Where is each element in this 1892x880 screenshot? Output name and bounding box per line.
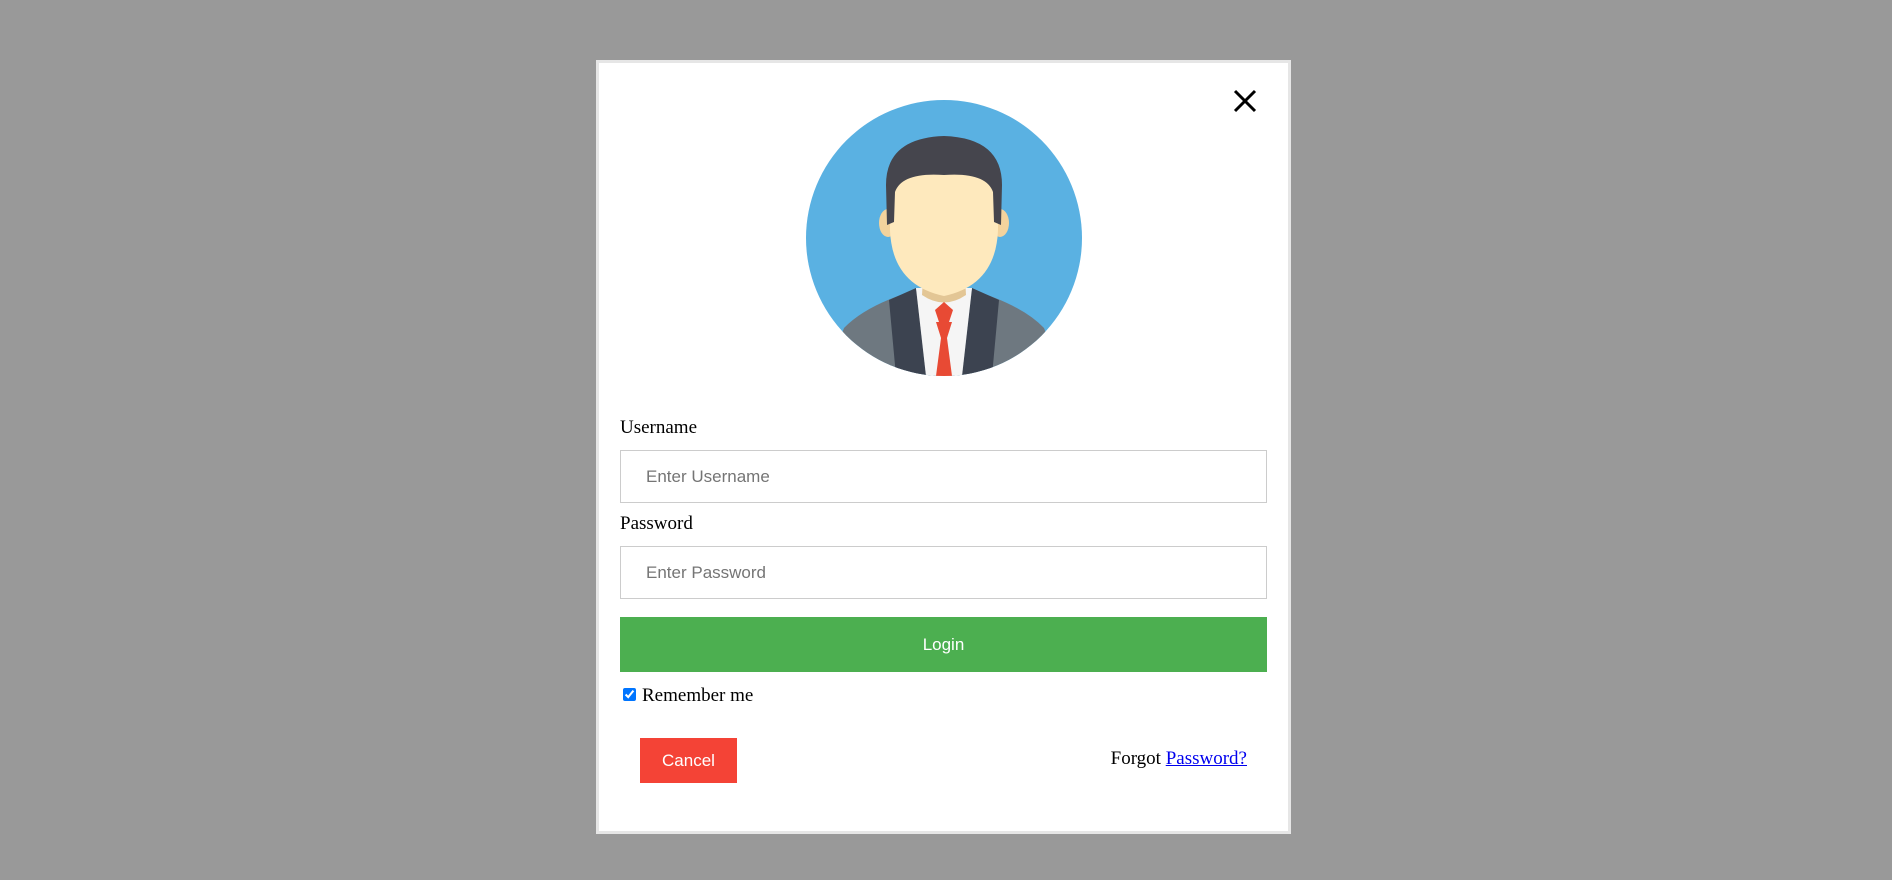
remember-me-checkbox[interactable]	[623, 687, 636, 701]
modal-overlay: Username Password Login Remember me Canc…	[0, 0, 1892, 880]
remember-me-label: Remember me	[642, 685, 754, 706]
forgot-prefix: Forgot	[1110, 748, 1161, 769]
user-avatar-icon	[806, 100, 1082, 376]
forgot-password-link[interactable]: Password?	[1166, 748, 1247, 769]
login-modal: Username Password Login Remember me Canc…	[596, 60, 1291, 834]
password-input[interactable]	[620, 546, 1267, 599]
close-icon[interactable]	[1227, 83, 1263, 119]
password-label: Password	[620, 513, 693, 534]
cancel-button[interactable]: Cancel	[640, 738, 737, 783]
remember-me[interactable]: Remember me	[623, 685, 753, 707]
username-label: Username	[620, 417, 698, 438]
forgot-password: Forgot Password?	[1111, 748, 1247, 770]
username-input[interactable]	[620, 450, 1267, 503]
login-button[interactable]: Login	[620, 617, 1267, 672]
